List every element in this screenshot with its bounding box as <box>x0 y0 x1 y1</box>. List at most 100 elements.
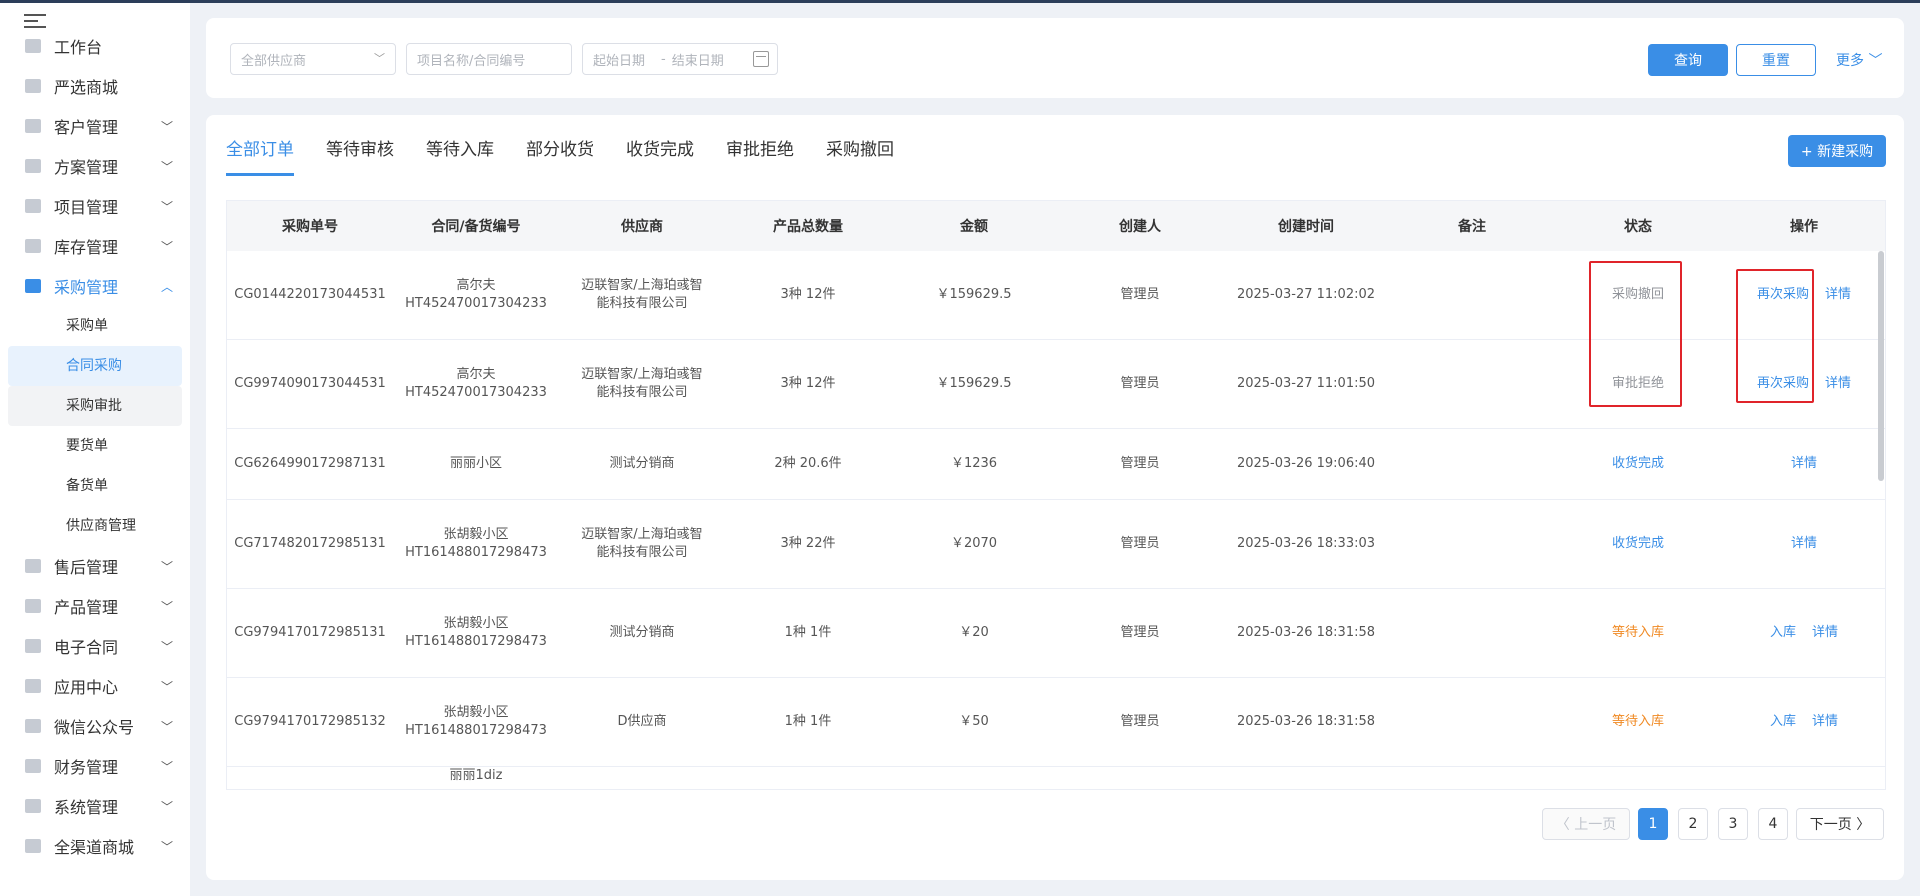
sidebar-item-12[interactable]: 财务管理 ﹀ <box>8 746 182 786</box>
cell-amount: ￥159629.5 <box>936 287 1012 302</box>
reorder-highlight-box <box>1736 269 1814 403</box>
supplier-select[interactable]: 全部供应商 ﹀ <box>230 43 396 75</box>
column-header: 备注 <box>1458 219 1486 235</box>
inventory-icon <box>24 237 42 255</box>
sidebar-subitem-2[interactable]: 采购审批 <box>8 386 182 426</box>
page-button[interactable]: 1 <box>1638 808 1668 840</box>
chevron-icon: ﹀ <box>160 759 173 774</box>
sidebar-item-0[interactable]: 工作台 <box>8 26 182 66</box>
chevron-icon: ﹀ <box>160 119 173 134</box>
prev-page-button[interactable]: 〈 上一页 <box>1542 808 1630 840</box>
date-range-picker[interactable]: 起始日期 - 结束日期 <box>582 43 778 75</box>
sidebar-item-label: 系统管理 <box>54 798 119 817</box>
detail-link[interactable]: 详情 <box>1825 375 1851 393</box>
cell-amount: ￥1236 <box>950 456 998 471</box>
detail-link[interactable]: 详情 <box>1791 535 1817 553</box>
apps-icon <box>24 677 42 695</box>
tab-1[interactable]: 等待审核 <box>326 133 394 181</box>
cell-time: 2025-03-27 11:01:50 <box>1236 376 1376 391</box>
detail-link[interactable]: 详情 <box>1825 286 1851 304</box>
chevron-icon: ﹀ <box>160 159 173 174</box>
tab-5[interactable]: 审批拒绝 <box>726 133 794 181</box>
table-scrollbar[interactable] <box>1877 251 1885 789</box>
tab-3[interactable]: 部分收货 <box>526 133 594 181</box>
cell-time: 2025-03-27 11:02:02 <box>1236 287 1376 302</box>
tab-4[interactable]: 收货完成 <box>626 133 694 181</box>
stock-in-link[interactable]: 入库 <box>1770 624 1796 642</box>
sidebar-subitem-4[interactable]: 备货单 <box>8 466 182 506</box>
more-filters-button[interactable]: 更多 ﹀ <box>1836 50 1882 70</box>
cell-time: 2025-03-26 18:33:03 <box>1236 536 1376 551</box>
customer-icon <box>24 117 42 135</box>
sidebar-item-8[interactable]: 产品管理 ﹀ <box>8 586 182 626</box>
cell-contract: 张胡毅小区 HT161488017298473 <box>405 616 547 649</box>
sidebar-item-label: 严选商城 <box>54 78 119 97</box>
new-purchase-button[interactable]: + 新建采购 <box>1788 135 1886 167</box>
plan-icon <box>24 157 42 175</box>
cell-creator: 管理员 <box>1120 376 1160 391</box>
orders-panel: 全部订单 等待审核 等待入库 部分收货 收货完成 审批拒绝 采购撤回 + 新建采购 采购单号… <box>206 115 1904 880</box>
cell-creator: 管理员 <box>1120 456 1160 471</box>
sidebar-item-label: 产品管理 <box>54 598 119 617</box>
status-highlight-box <box>1589 261 1682 407</box>
table-row: CG7174820172985131 张胡毅小区 HT16148801729847… <box>227 500 1885 589</box>
box-icon <box>24 597 42 615</box>
cell-time: 2025-03-26 18:31:58 <box>1236 714 1376 729</box>
next-page-button[interactable]: 下一页 〉 <box>1796 808 1884 840</box>
sidebar-subitem-1[interactable]: 合同采购 <box>8 346 182 386</box>
query-button[interactable]: 查询 <box>1648 44 1728 76</box>
chevron-icon: ﹀ <box>160 239 173 254</box>
cell-creator: 管理员 <box>1120 625 1160 640</box>
tab-2[interactable]: 等待入库 <box>426 133 494 181</box>
sidebar-item-13[interactable]: 系统管理 ﹀ <box>8 786 182 826</box>
sidebar-item-14[interactable]: 全渠道商城 ﹀ <box>8 826 182 866</box>
sidebar-item-4[interactable]: 项目管理 ﹀ <box>8 186 182 226</box>
sidebar-item-label: 库存管理 <box>54 238 119 257</box>
sidebar-item-5[interactable]: 库存管理 ﹀ <box>8 226 182 266</box>
sidebar-item-7[interactable]: 售后管理 ﹀ <box>8 546 182 586</box>
reset-button[interactable]: 重置 <box>1736 44 1816 76</box>
sidebar-item-label: 财务管理 <box>54 758 119 777</box>
chevron-icon: ﹀ <box>160 599 173 614</box>
end-date-placeholder[interactable]: 结束日期 <box>672 50 724 69</box>
cell-contract: 张胡毅小区 HT161488017298473 <box>405 705 547 738</box>
detail-link[interactable]: 详情 <box>1791 455 1817 473</box>
sidebar-subitem-3[interactable]: 要货单 <box>8 426 182 466</box>
sidebar-item-6[interactable]: 采购管理 ︿ <box>8 266 182 306</box>
project-search-input[interactable]: 项目名称/合同编号 <box>406 43 572 75</box>
home-icon <box>24 37 42 55</box>
cell-no: CG0144220173044531 <box>234 287 386 302</box>
sidebar-item-11[interactable]: 微信公众号 ﹀ <box>8 706 182 746</box>
sidebar-item-2[interactable]: 客户管理 ﹀ <box>8 106 182 146</box>
tab-6[interactable]: 采购撤回 <box>826 133 894 181</box>
sidebar-item-10[interactable]: 应用中心 ﹀ <box>8 666 182 706</box>
cell-supplier: 迈联智家/上海珀彧智能科技有限公司 <box>581 367 703 400</box>
cell-qty: 1种 1件 <box>784 714 832 729</box>
column-header: 创建时间 <box>1278 219 1334 235</box>
page-button[interactable]: 3 <box>1718 808 1748 840</box>
scrollbar-thumb[interactable] <box>1878 251 1884 481</box>
sidebar-subitem-0[interactable]: 采购单 <box>8 306 182 346</box>
sidebar-item-9[interactable]: 电子合同 ﹀ <box>8 626 182 666</box>
cell-contract: 丽丽小区 <box>449 456 502 471</box>
column-header: 供应商 <box>621 219 663 235</box>
cell-creator: 管理员 <box>1120 287 1160 302</box>
page-button[interactable]: 4 <box>1758 808 1788 840</box>
headset-icon <box>24 557 42 575</box>
detail-link[interactable]: 详情 <box>1812 624 1838 642</box>
calendar-icon[interactable] <box>753 51 769 67</box>
status-badge: 等待入库 <box>1611 714 1664 729</box>
start-date-placeholder[interactable]: 起始日期 <box>593 50 645 69</box>
cell-qty: 3种 12件 <box>780 287 836 302</box>
page-button[interactable]: 2 <box>1678 808 1708 840</box>
tab-0[interactable]: 全部订单 <box>226 133 294 181</box>
detail-link[interactable]: 详情 <box>1812 713 1838 731</box>
stock-in-link[interactable]: 入库 <box>1770 713 1796 731</box>
status-badge: 等待入库 <box>1611 625 1664 640</box>
sidebar-subitem-5[interactable]: 供应商管理 <box>8 506 182 546</box>
sidebar-item-3[interactable]: 方案管理 ﹀ <box>8 146 182 186</box>
sidebar-item-label: 售后管理 <box>54 558 119 577</box>
chevron-icon: ﹀ <box>160 679 173 694</box>
sidebar-item-1[interactable]: 严选商城 <box>8 66 182 106</box>
cell-qty: 2种 20.6件 <box>774 456 842 471</box>
